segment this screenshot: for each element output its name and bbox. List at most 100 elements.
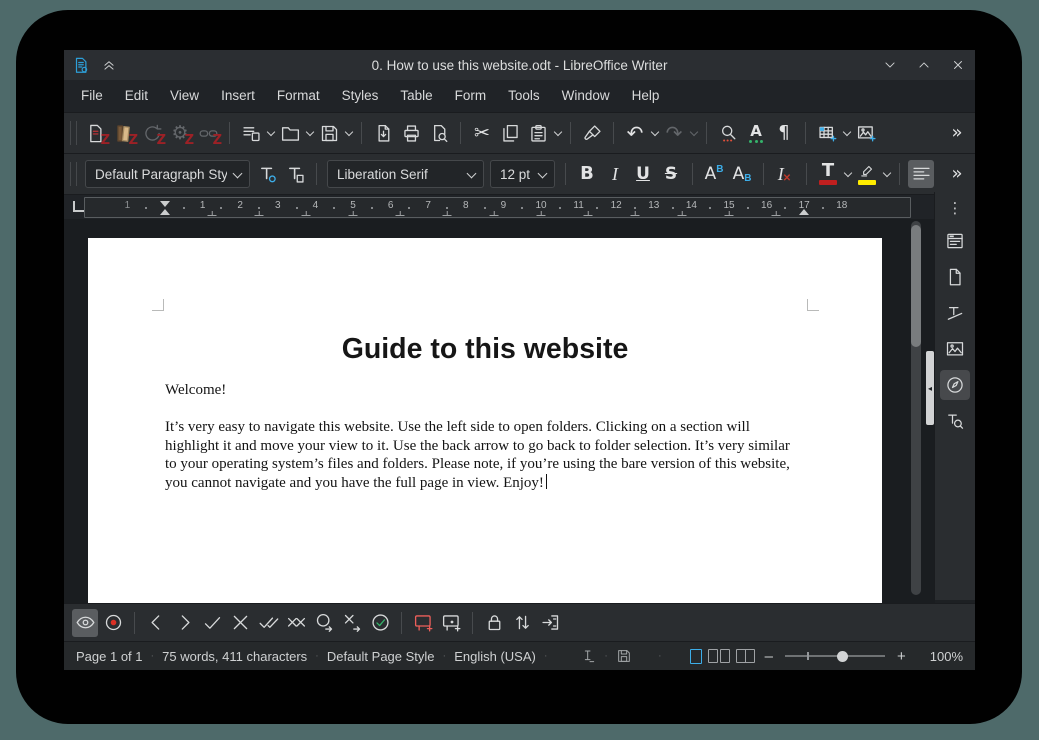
- close-button[interactable]: [949, 56, 967, 74]
- new-document-dropdown-icon[interactable]: [267, 126, 276, 140]
- ruler-tab-stop-mark[interactable]: [396, 210, 405, 216]
- export-pdf-button[interactable]: [370, 119, 396, 147]
- sidebar-tab-styles[interactable]: [940, 298, 970, 328]
- ruler-tab-stop-mark[interactable]: [443, 210, 452, 216]
- zotero-preferences-button[interactable]: ⚙Z: [167, 119, 193, 147]
- clone-formatting-button[interactable]: [579, 119, 605, 147]
- menu-tools[interactable]: Tools: [497, 80, 551, 112]
- right-indent-marker[interactable]: [799, 209, 809, 215]
- chevron-down-icon[interactable]: [538, 169, 548, 179]
- font-color-button[interactable]: T: [815, 160, 841, 188]
- subscript-button[interactable]: AB: [729, 160, 755, 188]
- paste-dropdown-icon[interactable]: [554, 126, 563, 140]
- open-file-button[interactable]: [277, 119, 303, 147]
- toolbar-overflow-button[interactable]: »: [944, 119, 970, 147]
- previous-change-button[interactable]: [143, 609, 169, 637]
- ruler-tab-stop-mark[interactable]: [490, 210, 499, 216]
- chevron-down-icon[interactable]: [467, 169, 477, 179]
- undo-button[interactable]: ↶: [622, 119, 648, 147]
- formatting-marks-button[interactable]: ¶: [771, 119, 797, 147]
- ruler-tab-stop-mark[interactable]: [349, 210, 358, 216]
- bold-button[interactable]: B: [574, 160, 600, 188]
- horizontal-ruler[interactable]: 1123456789101112131415161718: [84, 197, 911, 218]
- tab-stop-type-button[interactable]: [73, 201, 84, 212]
- merge-document-button[interactable]: [537, 609, 563, 637]
- sidebar-tab-style-inspector[interactable]: [940, 406, 970, 436]
- shade-window-icon[interactable]: [100, 56, 118, 74]
- insert-image-button[interactable]: [853, 119, 879, 147]
- zotero-add-citation-button[interactable]: Z: [83, 119, 109, 147]
- ruler-tab-stop-mark[interactable]: [208, 210, 217, 216]
- update-style-button[interactable]: [254, 160, 280, 188]
- first-line-indent-marker[interactable]: [160, 201, 170, 207]
- accept-change-button[interactable]: [199, 609, 225, 637]
- single-page-view-button[interactable]: [690, 649, 702, 664]
- zotero-refresh-button[interactable]: Z: [139, 119, 165, 147]
- chevron-down-icon[interactable]: [233, 169, 243, 179]
- sidebar-settings-button[interactable]: ⋮: [948, 196, 963, 220]
- copy-button[interactable]: [497, 119, 523, 147]
- font-color-dropdown-icon[interactable]: [844, 167, 853, 181]
- redo-button[interactable]: ↷: [661, 119, 687, 147]
- clear-formatting-button[interactable]: I✕: [772, 160, 798, 188]
- underline-button[interactable]: U: [630, 160, 656, 188]
- align-left-button[interactable]: [908, 160, 934, 188]
- menu-view[interactable]: View: [159, 80, 210, 112]
- reject-and-next-button[interactable]: [339, 609, 365, 637]
- sidebar-tab-properties[interactable]: [940, 226, 970, 256]
- toolbar-overflow-button[interactable]: »: [944, 160, 970, 188]
- page-style-status[interactable]: Default Page Style: [327, 649, 435, 664]
- book-view-button[interactable]: [736, 649, 755, 663]
- menu-edit[interactable]: Edit: [114, 80, 159, 112]
- ruler-tab-stop-mark[interactable]: [678, 210, 687, 216]
- menu-styles[interactable]: Styles: [331, 80, 390, 112]
- word-count-status[interactable]: 75 words, 411 characters: [162, 649, 307, 664]
- insert-comment-button[interactable]: [410, 609, 436, 637]
- save-status-icon[interactable]: [616, 648, 632, 664]
- sidebar-hide-handle[interactable]: ◂: [926, 351, 934, 425]
- paragraph-style-combo[interactable]: Default Paragraph Styl: [85, 160, 250, 188]
- accept-and-next-button[interactable]: [311, 609, 337, 637]
- menu-window[interactable]: Window: [551, 80, 621, 112]
- zoom-percent-label[interactable]: 100%: [930, 649, 963, 664]
- menu-help[interactable]: Help: [621, 80, 671, 112]
- insert-mode-icon[interactable]: [580, 648, 596, 664]
- zotero-unlink-button[interactable]: Z: [195, 119, 221, 147]
- zoom-out-button[interactable]: –: [765, 648, 773, 665]
- insert-track-comment-button[interactable]: [438, 609, 464, 637]
- save-button[interactable]: [316, 119, 342, 147]
- font-name-combo[interactable]: Liberation Serif: [327, 160, 484, 188]
- menu-table[interactable]: Table: [389, 80, 443, 112]
- italic-button[interactable]: I: [602, 160, 628, 188]
- accept-all-and-stop-button[interactable]: [367, 609, 393, 637]
- save-dropdown-icon[interactable]: [345, 126, 354, 140]
- cut-button[interactable]: ✂: [469, 119, 495, 147]
- maximize-button[interactable]: [915, 56, 933, 74]
- insert-table-dropdown-icon[interactable]: [843, 126, 852, 140]
- record-changes-button[interactable]: [100, 609, 126, 637]
- next-change-button[interactable]: [171, 609, 197, 637]
- titlebar[interactable]: 0. How to use this website.odt - LibreOf…: [64, 50, 975, 80]
- font-size-combo[interactable]: 12 pt: [490, 160, 555, 188]
- zoom-slider-track[interactable]: [785, 655, 885, 657]
- zoom-slider-thumb[interactable]: [837, 651, 848, 662]
- menu-form[interactable]: Form: [444, 80, 498, 112]
- print-preview-button[interactable]: [426, 119, 452, 147]
- sidebar-tab-page[interactable]: [940, 262, 970, 292]
- ruler-tab-stop-mark[interactable]: [302, 210, 311, 216]
- zoom-slider[interactable]: [785, 649, 885, 663]
- toolbar-grip[interactable]: [70, 162, 77, 186]
- menu-file[interactable]: File: [70, 80, 114, 112]
- menu-insert[interactable]: Insert: [210, 80, 266, 112]
- superscript-button[interactable]: AB: [701, 160, 727, 188]
- ruler-tab-stop-mark[interactable]: [725, 210, 734, 216]
- highlight-color-button[interactable]: [854, 160, 880, 188]
- toolbar-grip[interactable]: [70, 121, 77, 145]
- highlight-dropdown-icon[interactable]: [883, 167, 892, 181]
- menu-format[interactable]: Format: [266, 80, 331, 112]
- reject-all-changes-button[interactable]: [283, 609, 309, 637]
- reject-change-button[interactable]: [227, 609, 253, 637]
- ruler-tab-stop-mark[interactable]: [584, 210, 593, 216]
- show-changes-button[interactable]: [72, 609, 98, 637]
- sidebar-tab-gallery[interactable]: [940, 334, 970, 364]
